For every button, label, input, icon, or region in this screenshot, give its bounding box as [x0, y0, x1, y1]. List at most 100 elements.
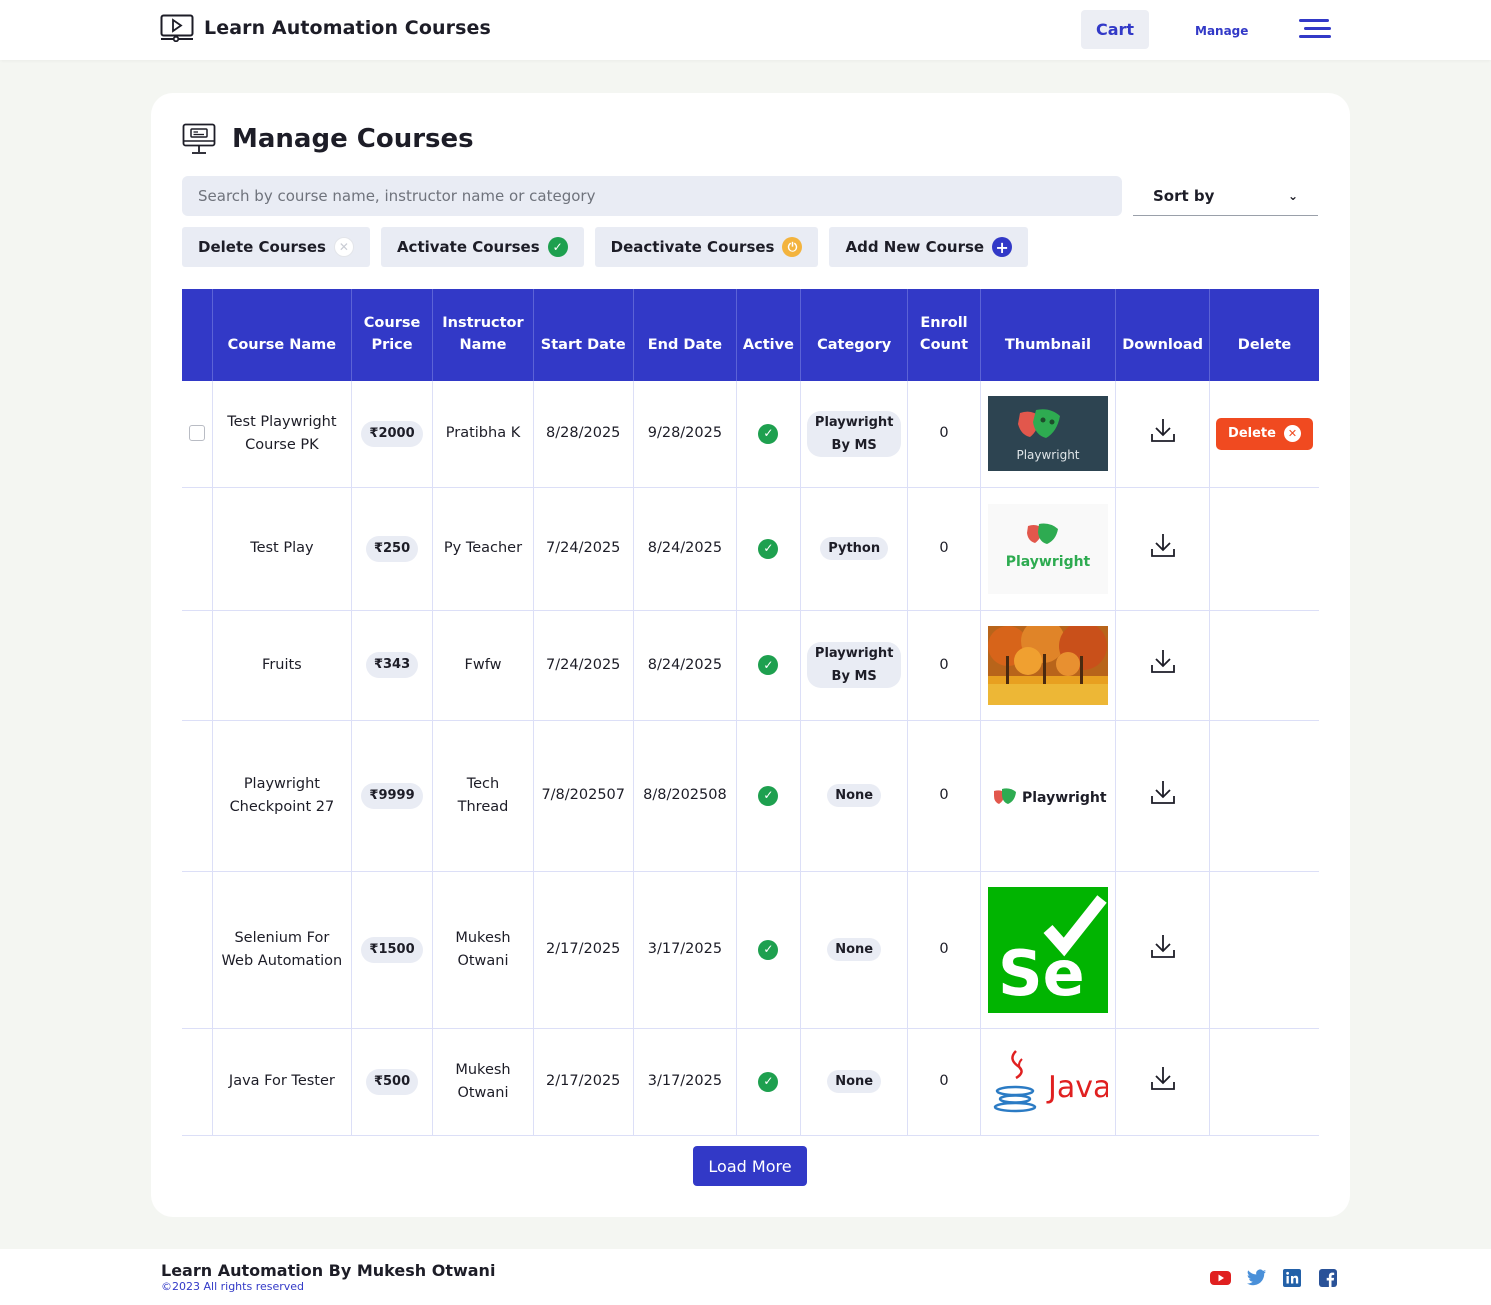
price-cell: ₹343 — [351, 610, 434, 721]
sort-label: Sort by — [1153, 186, 1215, 205]
search-input[interactable] — [182, 176, 1122, 216]
row-checkbox[interactable] — [189, 425, 206, 442]
footer: Learn Automation By Mukesh Otwani ©2023 … — [0, 1249, 1491, 1305]
table-header-row: Course Name Course Price Instructor Name… — [182, 289, 1319, 381]
thumbnail-cell: Playwright — [980, 381, 1117, 488]
manage-link[interactable]: Manage — [1195, 24, 1248, 38]
header-select — [182, 289, 214, 381]
select-cell — [182, 381, 214, 488]
delete-courses-button[interactable]: Delete Courses ✕ — [182, 227, 370, 267]
start-date: 7/24/2025 — [533, 610, 634, 721]
brand[interactable]: Learn Automation Courses — [160, 14, 491, 42]
add-new-course-button[interactable]: Add New Course + — [829, 227, 1029, 267]
activate-courses-label: Activate Courses — [396, 238, 540, 256]
table-row[interactable]: Java For Tester ₹500 Mukesh Otwani 2/17/202… — [182, 1028, 1319, 1136]
end-date: 3/17/2025 — [633, 871, 737, 1029]
enroll-count: 0 — [907, 381, 981, 488]
course-name: Selenium For Web Automation — [212, 871, 352, 1029]
end-date: 8/8/202508 — [633, 720, 737, 872]
sort-dropdown[interactable]: Sort by ⌄ — [1133, 176, 1318, 216]
course-name: Fruits — [212, 610, 352, 721]
category-cell: Playwright By MS — [800, 610, 909, 721]
category-cell: Playwright By MS — [800, 381, 909, 488]
check-icon: ✓ — [758, 939, 779, 960]
header-active: Active — [736, 289, 801, 381]
enroll-count: 0 — [907, 610, 981, 721]
deactivate-courses-button[interactable]: Deactivate Courses ⏻ — [594, 227, 819, 267]
enroll-count: 0 — [907, 487, 981, 611]
bulk-actions: Delete Courses ✕ Activate Courses ✓ Deac… — [182, 227, 1029, 267]
start-date: 7/24/2025 — [533, 487, 634, 611]
header-category: Category — [800, 289, 909, 381]
header-download: Download — [1115, 289, 1211, 381]
select-cell — [182, 720, 214, 872]
check-icon: ✓ — [758, 1071, 779, 1092]
course-thumbnail: Se — [987, 886, 1108, 1013]
download-cell — [1115, 871, 1211, 1029]
enroll-count: 0 — [907, 871, 981, 1029]
table-row[interactable]: Playwright Checkpoint 27 ₹9999 Tech Thread… — [182, 720, 1319, 872]
top-navbar: Learn Automation Courses Cart Manage — [0, 0, 1491, 60]
youtube-icon[interactable] — [1210, 1268, 1231, 1288]
download-icon[interactable] — [1150, 533, 1176, 563]
category-badge: None — [827, 784, 882, 807]
download-icon[interactable] — [1150, 934, 1176, 964]
category-badge: Playwright By MS — [806, 642, 902, 688]
category-cell: None — [800, 871, 909, 1029]
price-badge: ₹500 — [365, 1068, 419, 1095]
load-more-button[interactable]: Load More — [693, 1146, 807, 1186]
end-date: 3/17/2025 — [633, 1028, 737, 1136]
instructor-name: Mukesh Otwani — [432, 871, 534, 1029]
course-name: Java For Tester — [212, 1028, 352, 1136]
menu-icon[interactable] — [1299, 17, 1331, 41]
chevron-down-icon: ⌄ — [1287, 188, 1298, 203]
header-enroll-count: Enroll Count — [907, 289, 981, 381]
video-player-icon — [160, 14, 194, 42]
delete-cell — [1209, 1028, 1319, 1136]
delete-button-label: Delete — [1228, 426, 1276, 442]
download-icon[interactable] — [1150, 780, 1176, 810]
linkedin-icon[interactable] — [1282, 1268, 1303, 1288]
course-name: Test Play — [212, 487, 352, 611]
thumbnail-text: Playwright — [1022, 790, 1107, 806]
activate-courses-button[interactable]: Activate Courses ✓ — [380, 227, 584, 267]
category-badge: None — [827, 938, 882, 961]
start-date: 2/17/2025 — [533, 1028, 634, 1136]
manage-courses-card: Manage Courses Sort by ⌄ Delete Courses … — [151, 93, 1350, 1217]
category-badge: None — [827, 1070, 882, 1093]
delete-cell — [1209, 610, 1319, 721]
check-icon: ✓ — [758, 785, 779, 806]
header-start-date: Start Date — [533, 289, 634, 381]
select-cell — [182, 610, 214, 721]
select-cell — [182, 487, 214, 611]
header-course-name: Course Name — [212, 289, 352, 381]
download-icon[interactable] — [1150, 418, 1176, 448]
category-cell: Python — [800, 487, 909, 611]
delete-button[interactable]: Delete ✕ — [1216, 417, 1313, 450]
active-cell: ✓ — [736, 871, 801, 1029]
table-row[interactable]: Selenium For Web Automation ₹1500 Mukesh O… — [182, 871, 1319, 1029]
thumbnail-cell — [980, 610, 1117, 721]
thumbnail-cell: Playwright — [980, 487, 1117, 611]
download-icon[interactable] — [1150, 650, 1176, 679]
table-row[interactable]: Test Playwright Course PK ₹2000 Pratibha K… — [182, 381, 1319, 488]
thumbnail-text: Playwright — [1016, 448, 1079, 462]
course-thumbnail: Playwright — [987, 775, 1108, 816]
thumbnail-text: Java — [1046, 1070, 1108, 1105]
footer-title: Learn Automation By Mukesh Otwani — [161, 1261, 496, 1280]
facebook-icon[interactable] — [1318, 1268, 1339, 1288]
twitter-icon[interactable] — [1246, 1268, 1267, 1288]
social-links — [1210, 1268, 1339, 1288]
table-row[interactable]: Test Play ₹250 Py Teacher 7/24/2025 8/24/202… — [182, 487, 1319, 611]
cart-button[interactable]: Cart — [1081, 10, 1149, 49]
check-icon: ✓ — [547, 237, 568, 257]
price-badge: ₹2000 — [361, 420, 423, 447]
active-cell: ✓ — [736, 381, 801, 488]
close-icon: ✕ — [333, 237, 354, 257]
table-row[interactable]: Fruits ₹343 Fwfw 7/24/2025 8/24/2025 ✓ Playwri… — [182, 610, 1319, 721]
download-cell — [1115, 487, 1211, 611]
active-cell: ✓ — [736, 610, 801, 721]
price-cell: ₹500 — [351, 1028, 434, 1136]
delete-cell — [1209, 487, 1319, 611]
download-icon[interactable] — [1150, 1066, 1176, 1096]
